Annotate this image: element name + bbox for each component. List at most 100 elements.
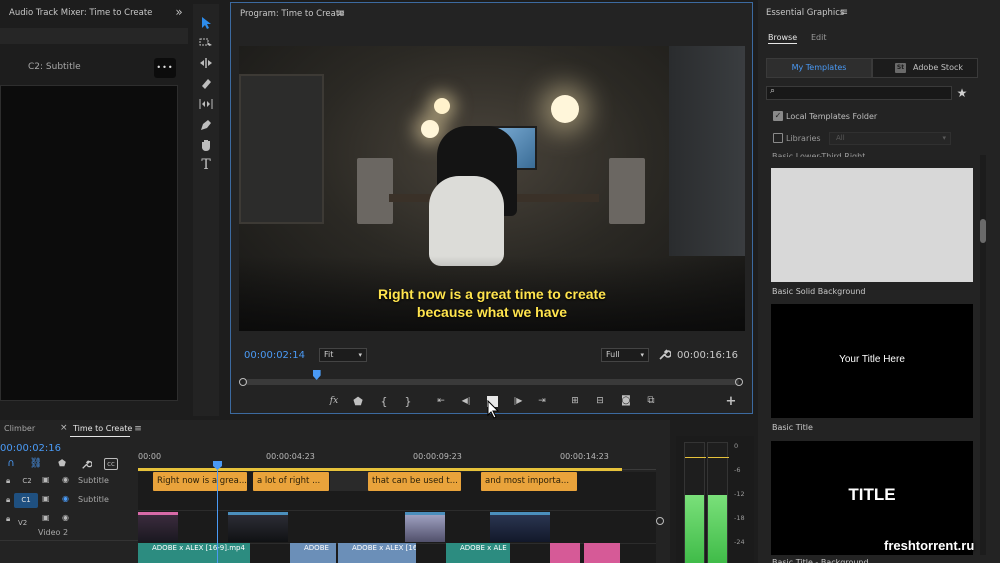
caption-clip[interactable]: Right now is a grea...: [153, 472, 247, 491]
step-forward-icon[interactable]: |▶: [511, 394, 525, 408]
expand-panels-icon[interactable]: »: [172, 4, 186, 20]
program-playhead[interactable]: [312, 370, 321, 380]
program-current-timecode[interactable]: 00:00:02:14: [244, 350, 305, 361]
tab-browse[interactable]: Browse: [768, 33, 798, 44]
local-templates-label: Local Templates Folder: [786, 112, 878, 121]
scrollbar-thumb[interactable]: [980, 219, 986, 243]
meter-scale-label: -24: [734, 538, 745, 546]
captions-icon[interactable]: cc: [104, 458, 118, 470]
video-clip-thumbnail[interactable]: [405, 512, 445, 542]
mark-out-icon[interactable]: }: [401, 394, 415, 408]
ripple-edit-tool-icon[interactable]: [199, 57, 213, 69]
go-to-out-icon[interactable]: ⇥: [535, 394, 549, 408]
scrub-end-handle[interactable]: [735, 378, 743, 386]
track-lane-c1[interactable]: [138, 491, 656, 510]
lift-icon[interactable]: ⊞: [567, 394, 583, 408]
quality-dropdown[interactable]: Full ▾: [601, 348, 649, 362]
audio-clip[interactable]: ADOBE: [290, 543, 336, 563]
essential-graphics-title[interactable]: Essential Graphics: [766, 2, 844, 24]
video-toggle-icon[interactable]: ▣: [42, 513, 50, 522]
eye-hidden-icon[interactable]: ◉: [62, 494, 69, 503]
wall-art: [239, 74, 324, 224]
audio-clip[interactable]: ADOBE x ALE: [446, 543, 510, 563]
track-id[interactable]: V2: [18, 519, 32, 527]
favorites-star-icon[interactable]: ★: [955, 86, 969, 100]
caption-clip[interactable]: and most importa...: [481, 472, 577, 491]
template-list-scrollbar[interactable]: [980, 155, 986, 555]
libraries-dropdown[interactable]: All ▾: [829, 132, 951, 145]
libraries-checkbox[interactable]: [773, 133, 783, 143]
template-card-basic-solid-background[interactable]: [771, 168, 973, 282]
essential-graphics-menu-icon[interactable]: ≡: [838, 7, 850, 19]
video-clip-thumbnail[interactable]: [138, 512, 178, 542]
work-area-bar[interactable]: [138, 468, 622, 471]
template-search-input[interactable]: ⌕: [766, 86, 952, 100]
slip-tool-icon[interactable]: [198, 98, 214, 110]
template-card-basic-title[interactable]: Your Title Here: [771, 304, 973, 418]
track-lane-v2[interactable]: [138, 510, 656, 543]
video-toggle-icon[interactable]: ▣: [42, 494, 50, 503]
search-icon: ⌕: [770, 86, 776, 96]
track-header-a1: [0, 540, 138, 563]
timeline-menu-icon[interactable]: ≡: [133, 424, 143, 434]
active-tab-underline: [70, 436, 130, 437]
caption-clip[interactable]: that can be used t...: [368, 472, 461, 491]
video-clip-thumbnail[interactable]: [490, 512, 550, 542]
timeline-timecode[interactable]: 00:00:02:16: [0, 443, 61, 454]
track-id[interactable]: C1: [14, 493, 38, 508]
pen-tool-icon[interactable]: [199, 118, 213, 132]
video-clip-thumbnail[interactable]: [228, 512, 288, 542]
audio-clip[interactable]: [584, 543, 620, 563]
audio-track-mixer-panel: Audio Track Mixer: Time to Create » C2: …: [0, 0, 188, 416]
audio-mixer-title[interactable]: Audio Track Mixer: Time to Create: [9, 2, 152, 24]
audio-clip[interactable]: ADOBE x ALEX [16-9].mp4: [138, 543, 250, 563]
playback-scrubber[interactable]: [245, 370, 739, 385]
audio-clip[interactable]: ADOBE x ALEX [16: [338, 543, 416, 563]
sub-tab-adobe-stock[interactable]: St Adobe Stock: [872, 58, 978, 78]
extract-icon[interactable]: ⊟: [592, 394, 608, 408]
fx-button[interactable]: fx: [327, 394, 341, 408]
tab-edit[interactable]: Edit: [811, 33, 827, 42]
go-to-in-icon[interactable]: ⇤: [434, 394, 448, 408]
linked-selection-icon[interactable]: ⛓: [30, 458, 43, 470]
lock-icon[interactable]: 🔒︎: [6, 476, 10, 486]
lock-icon[interactable]: 🔒︎: [6, 514, 10, 524]
caption-clip[interactable]: a lot of right ...: [253, 472, 329, 491]
snap-magnet-icon[interactable]: ∩: [5, 458, 17, 470]
eye-icon[interactable]: ◉: [62, 475, 69, 484]
track-header-v2: 🔒︎ V2 ▣ ◉ Video 2: [0, 510, 138, 540]
selection-tool-icon[interactable]: [200, 16, 212, 30]
program-menu-icon[interactable]: ≡: [335, 8, 347, 20]
program-monitor-title[interactable]: Program: Time to Create: [240, 3, 344, 25]
libraries-label: Libraries: [786, 134, 821, 143]
program-video-frame[interactable]: Right now is a great time to create beca…: [239, 46, 745, 331]
caption-clip-empty[interactable]: [330, 472, 368, 491]
tab-time-to-create[interactable]: Time to Create: [73, 424, 132, 433]
zoom-dropdown[interactable]: Fit ▾: [319, 348, 367, 362]
local-templates-checkbox[interactable]: ✓: [773, 111, 783, 121]
settings-wrench-icon[interactable]: [658, 348, 671, 361]
audio-clip[interactable]: [550, 543, 580, 563]
lock-icon[interactable]: 🔒︎: [6, 495, 10, 505]
step-back-icon[interactable]: ◀|: [459, 394, 473, 408]
button-editor-plus-icon[interactable]: +: [724, 394, 738, 408]
more-options-button[interactable]: •••: [154, 58, 176, 78]
add-marker-icon[interactable]: ⬟: [351, 394, 365, 408]
close-tab-icon[interactable]: ×: [60, 423, 68, 433]
scrub-start-handle[interactable]: [239, 378, 247, 386]
video-toggle-icon[interactable]: ▣: [42, 475, 50, 484]
eye-icon[interactable]: ◉: [62, 513, 69, 522]
hand-tool-icon[interactable]: [199, 138, 213, 152]
sub-tab-my-templates[interactable]: My Templates: [766, 58, 872, 78]
vertical-scroll-handle[interactable]: [656, 517, 664, 525]
comparison-view-icon[interactable]: ⧉: [643, 394, 659, 408]
add-marker-icon[interactable]: ⬟: [56, 458, 68, 470]
track-select-tool-icon[interactable]: [199, 37, 213, 49]
track-id[interactable]: C2: [18, 475, 36, 488]
tab-climber[interactable]: Climber: [4, 424, 35, 433]
timeline-settings-wrench-icon[interactable]: [81, 459, 92, 470]
export-frame-camera-icon[interactable]: ◙: [619, 394, 633, 408]
mark-in-icon[interactable]: {: [377, 394, 391, 408]
razor-tool-icon[interactable]: [199, 77, 213, 90]
type-tool-icon[interactable]: T: [198, 157, 214, 173]
